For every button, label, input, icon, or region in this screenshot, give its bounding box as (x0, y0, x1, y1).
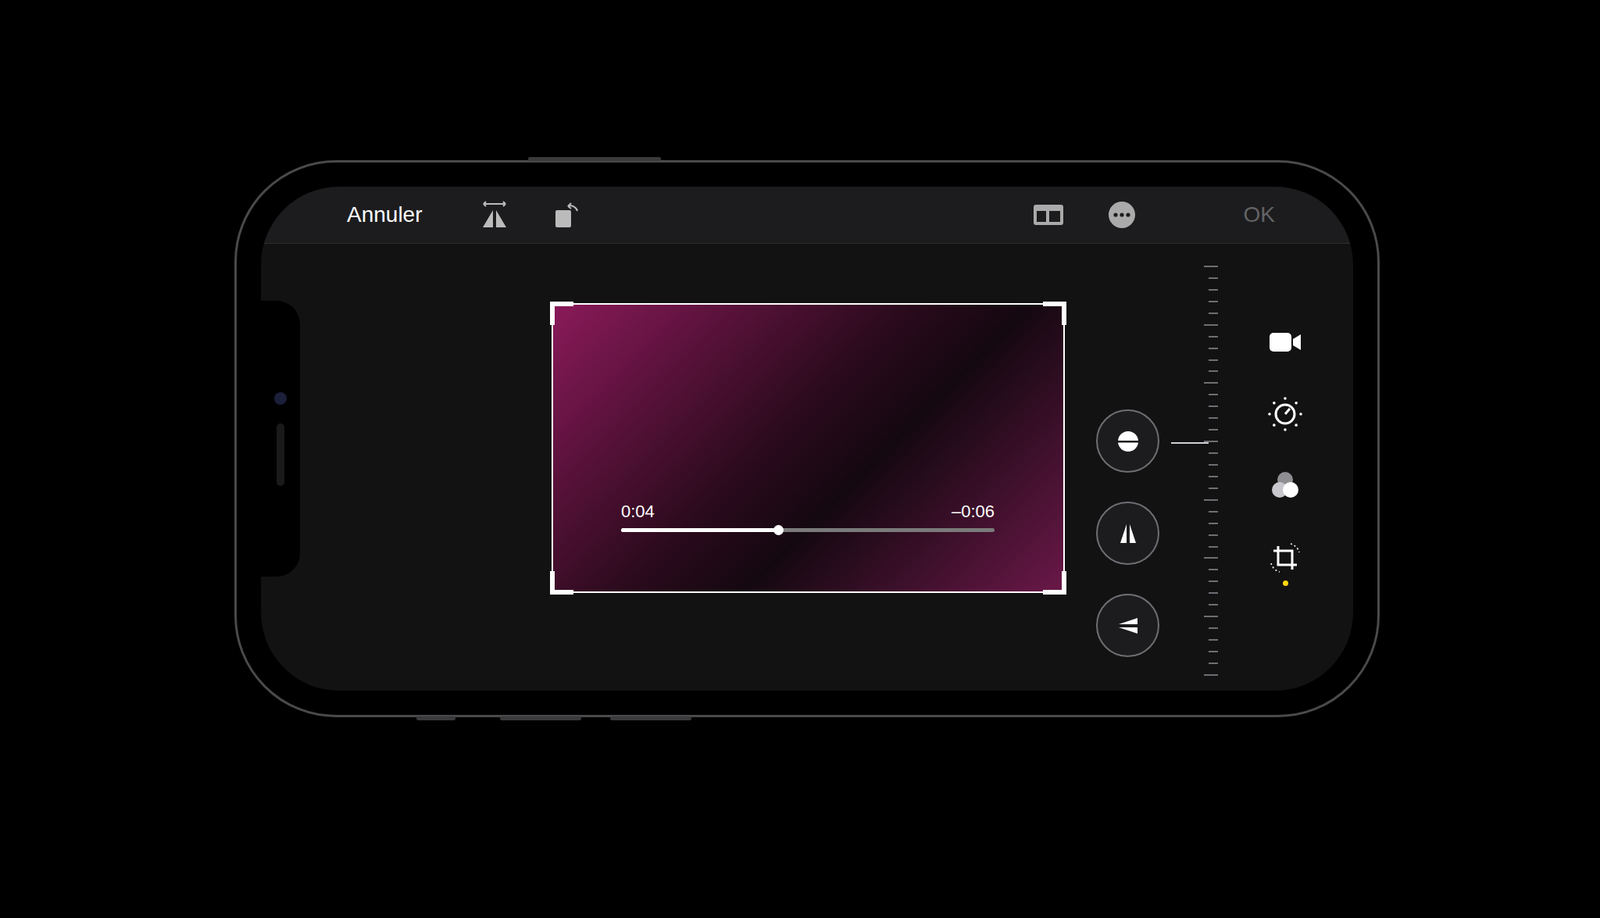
crop-handle[interactable] (550, 571, 574, 595)
ruler-tick (1208, 568, 1218, 571)
flip-button[interactable] (477, 199, 512, 231)
more-button[interactable] (1104, 200, 1140, 229)
notch (260, 300, 300, 577)
straighten-icon (1115, 428, 1141, 454)
crop-rotate-icon (1267, 539, 1304, 576)
horizontal-perspective-icon (1115, 613, 1141, 639)
vertical-button[interactable] (1096, 501, 1160, 565)
ruler-tick (1208, 359, 1218, 361)
adjust-dial-icon (1266, 395, 1304, 433)
straighten-button[interactable] (1096, 409, 1160, 473)
ruler-tick (1208, 592, 1218, 594)
ruler-tick (1203, 615, 1218, 618)
ruler-tick (1208, 452, 1218, 454)
ruler-tick (1208, 487, 1218, 490)
screen: Annuler OK 0:04 –0:06 (260, 186, 1354, 691)
side-button (416, 716, 456, 721)
camera-icon (274, 392, 287, 405)
ruler-tick (1208, 405, 1218, 408)
ruler-tick (1203, 674, 1218, 676)
remaining-time: –0:06 (951, 503, 995, 521)
ruler-tick (1208, 522, 1218, 525)
ruler-tick (1203, 499, 1218, 501)
ruler-tick (1208, 347, 1218, 350)
vertical-perspective-icon (1115, 521, 1141, 547)
video-tool[interactable] (1264, 321, 1306, 363)
playback-scrubber: 0:04 –0:06 (621, 503, 995, 533)
more-icon (1107, 200, 1136, 229)
tool-bar (1264, 321, 1306, 579)
ruler-tick (1208, 417, 1218, 419)
ruler-tick (1203, 557, 1218, 559)
ruler-tick (1208, 510, 1218, 513)
ruler-tick (1208, 639, 1218, 641)
ruler-tick (1208, 335, 1218, 338)
ruler-tick (1208, 662, 1218, 665)
ruler-tick (1208, 546, 1218, 548)
ruler-tick (1208, 393, 1218, 396)
ruler-tick (1208, 534, 1218, 536)
crop-handle[interactable] (550, 301, 574, 325)
ruler[interactable] (1171, 265, 1220, 676)
ruler-tick (1203, 265, 1218, 268)
progress-track[interactable] (621, 528, 995, 533)
adjust-tool[interactable] (1264, 393, 1306, 435)
ruler-tick (1203, 324, 1218, 326)
video-camera-icon (1268, 330, 1302, 354)
filters-tool[interactable] (1264, 465, 1306, 507)
video-frame[interactable]: 0:04 –0:06 (551, 303, 1065, 593)
ruler-tick (1208, 300, 1218, 303)
rotate-button[interactable] (549, 199, 584, 231)
ruler-tick (1208, 627, 1218, 629)
crop-handle[interactable] (1042, 571, 1067, 595)
ruler-tick (1208, 603, 1218, 606)
adjust-buttons (1096, 409, 1160, 658)
progress-fill (621, 528, 779, 533)
ruler-tick (1208, 464, 1218, 466)
filters-icon (1267, 468, 1303, 504)
side-button (610, 716, 692, 721)
aspect-ratio-button[interactable] (1031, 201, 1066, 229)
crop-handle[interactable] (1042, 301, 1067, 325)
rotate-icon (550, 199, 583, 231)
phone: Annuler OK 0:04 –0:06 (234, 160, 1380, 718)
ruler-tick (1208, 428, 1218, 431)
ruler-indicator (1171, 442, 1209, 444)
ruler-tick (1208, 277, 1218, 279)
horizontal-button[interactable] (1096, 593, 1160, 658)
ruler-tick (1208, 580, 1218, 583)
page: Annuler OK 0:04 –0:06 (0, 0, 1600, 918)
elapsed-time: 0:04 (621, 503, 655, 521)
flip-icon (478, 199, 511, 231)
selected-dot (1282, 580, 1289, 586)
ruler-tick (1208, 370, 1218, 372)
ruler-tick (1208, 312, 1218, 315)
crop-tool[interactable] (1264, 537, 1306, 579)
ruler-tick (1203, 382, 1218, 384)
side-button (500, 716, 582, 721)
done-button[interactable]: OK (1240, 198, 1279, 232)
editor-body: 0:04 –0:06 (260, 243, 1354, 691)
cancel-button[interactable]: Annuler (343, 198, 426, 232)
ruler-tick (1208, 650, 1218, 653)
speaker (276, 423, 285, 486)
ruler-tick (1208, 475, 1218, 478)
side-button (528, 157, 661, 161)
aspect-ratio-icon (1032, 201, 1065, 229)
progress-knob[interactable] (773, 525, 784, 536)
top-bar: Annuler OK (260, 186, 1354, 244)
ruler-tick (1208, 289, 1218, 291)
